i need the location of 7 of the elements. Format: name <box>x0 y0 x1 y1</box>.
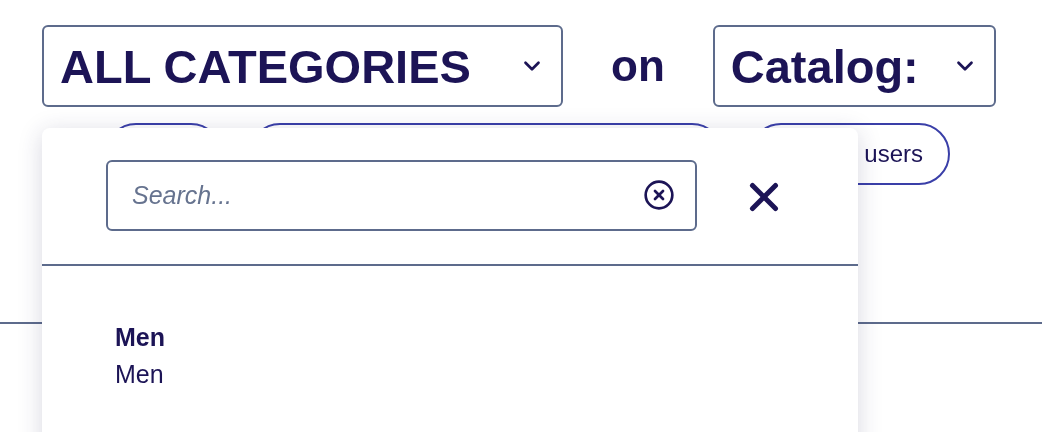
option-subtitle: Men <box>115 360 165 389</box>
option-title[interactable]: Men <box>115 323 858 352</box>
catalog-select[interactable]: Catalog: <box>712 25 996 107</box>
connector-label: on <box>611 41 665 91</box>
category-select[interactable]: ALL CATEGORIES <box>42 25 563 107</box>
clear-icon[interactable] <box>643 179 675 211</box>
search-field[interactable]: Search... <box>106 160 697 231</box>
